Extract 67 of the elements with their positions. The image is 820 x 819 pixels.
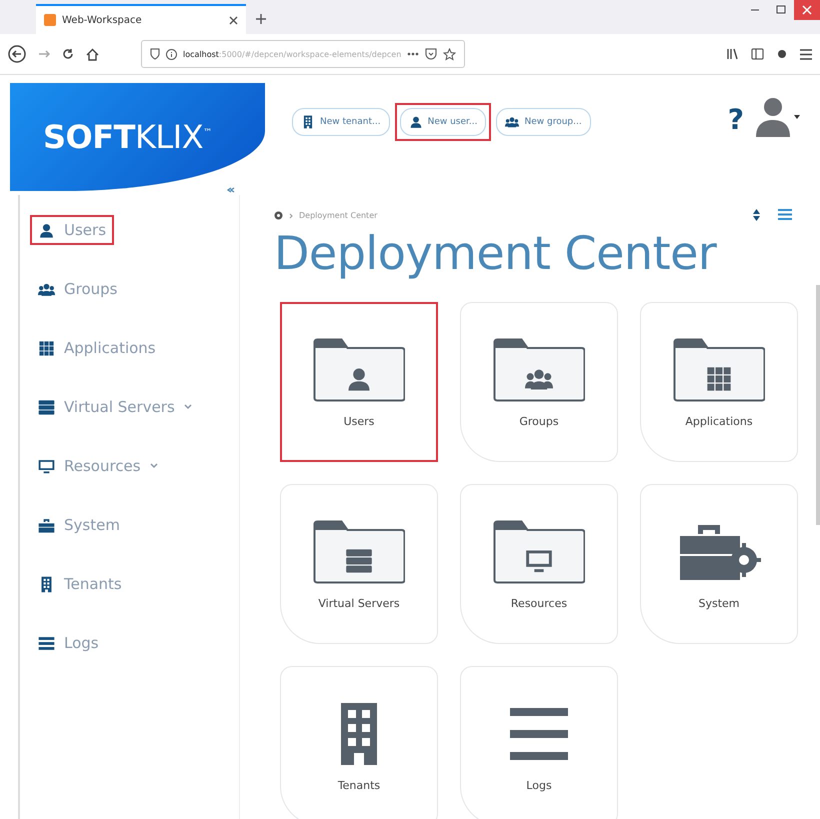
tile-card[interactable]: Users bbox=[280, 302, 438, 462]
page-title: Deployment Center bbox=[274, 226, 718, 280]
browser-tab[interactable]: Web-Workspace bbox=[36, 4, 246, 34]
more-icon[interactable] bbox=[407, 52, 420, 56]
collapse-icon[interactable] bbox=[227, 187, 235, 193]
building-icon bbox=[301, 115, 315, 129]
star-icon[interactable] bbox=[443, 48, 456, 60]
tile-label: System bbox=[698, 596, 740, 610]
tile-card[interactable]: System bbox=[640, 484, 798, 644]
new-tab-icon[interactable] bbox=[256, 14, 266, 24]
chevron-down-icon bbox=[184, 404, 192, 410]
server-stack-icon bbox=[345, 546, 373, 574]
settings-icon[interactable] bbox=[274, 211, 283, 220]
list-icon bbox=[38, 634, 55, 652]
toolbar-button[interactable]: New user... bbox=[394, 103, 492, 141]
tile-card[interactable]: Applications bbox=[640, 302, 798, 462]
close-icon[interactable] bbox=[229, 16, 238, 24]
list-view-icon[interactable] bbox=[778, 209, 792, 220]
logo: SOFTKLIX$^{™}$ bbox=[10, 83, 265, 191]
tile-card[interactable]: Resources bbox=[460, 484, 618, 644]
grid-icon bbox=[38, 340, 55, 356]
building-icon bbox=[341, 702, 377, 764]
chevron-down-icon bbox=[150, 463, 158, 469]
folder-icon bbox=[313, 520, 405, 584]
sort-icon[interactable] bbox=[753, 209, 760, 221]
tile-label: Resources bbox=[510, 596, 568, 610]
close-icon[interactable] bbox=[794, 0, 820, 20]
breadcrumb-item: Deployment Center bbox=[299, 211, 378, 220]
tile-label: Tenants bbox=[338, 778, 380, 792]
tile-card[interactable]: Tenants bbox=[280, 666, 438, 819]
back-icon[interactable] bbox=[8, 45, 26, 63]
tile-label: Groups bbox=[519, 414, 559, 428]
tile-card[interactable]: Groups bbox=[460, 302, 618, 462]
folder-icon bbox=[673, 338, 765, 402]
reload-icon[interactable] bbox=[62, 48, 74, 60]
folder-icon bbox=[313, 338, 405, 402]
folder-icon bbox=[493, 520, 585, 584]
user-icon bbox=[38, 222, 55, 238]
tile-label: Applications bbox=[685, 414, 753, 428]
tile-card[interactable]: Logs bbox=[460, 666, 618, 819]
address-bar[interactable]: localhost:5000/#/depcen/workspace-elements/depcen bbox=[141, 40, 466, 68]
grid-icon bbox=[705, 364, 733, 392]
sidebar-icon[interactable] bbox=[751, 48, 764, 60]
tile-label: Users bbox=[344, 414, 374, 428]
caret-icon[interactable] bbox=[794, 115, 800, 119]
tab-title: Web-Workspace bbox=[62, 14, 143, 26]
user-icon bbox=[408, 115, 423, 129]
tile-label: Virtual Servers bbox=[318, 596, 400, 610]
pocket-icon[interactable] bbox=[425, 48, 438, 60]
toolbox-icon bbox=[38, 516, 55, 534]
avatar-icon[interactable] bbox=[756, 97, 790, 137]
chevron-right-icon bbox=[289, 212, 293, 218]
help-button[interactable]: ? bbox=[728, 103, 744, 136]
url-text: localhost:5000/#/depcen/workspace-elements/depcen bbox=[183, 50, 402, 58]
shield-icon bbox=[150, 48, 160, 60]
server-stack-icon bbox=[38, 398, 55, 416]
list-icon bbox=[510, 706, 568, 762]
site-icon bbox=[44, 14, 56, 26]
tile-label: Logs bbox=[526, 778, 552, 792]
tile-card[interactable]: Virtual Servers bbox=[280, 484, 438, 644]
menu-icon[interactable] bbox=[800, 48, 812, 60]
home-icon[interactable] bbox=[86, 48, 99, 60]
group-icon bbox=[505, 115, 520, 129]
library-icon[interactable] bbox=[726, 48, 739, 60]
folder-icon bbox=[493, 338, 585, 402]
info-icon bbox=[166, 48, 177, 60]
monitor-icon bbox=[38, 458, 55, 474]
